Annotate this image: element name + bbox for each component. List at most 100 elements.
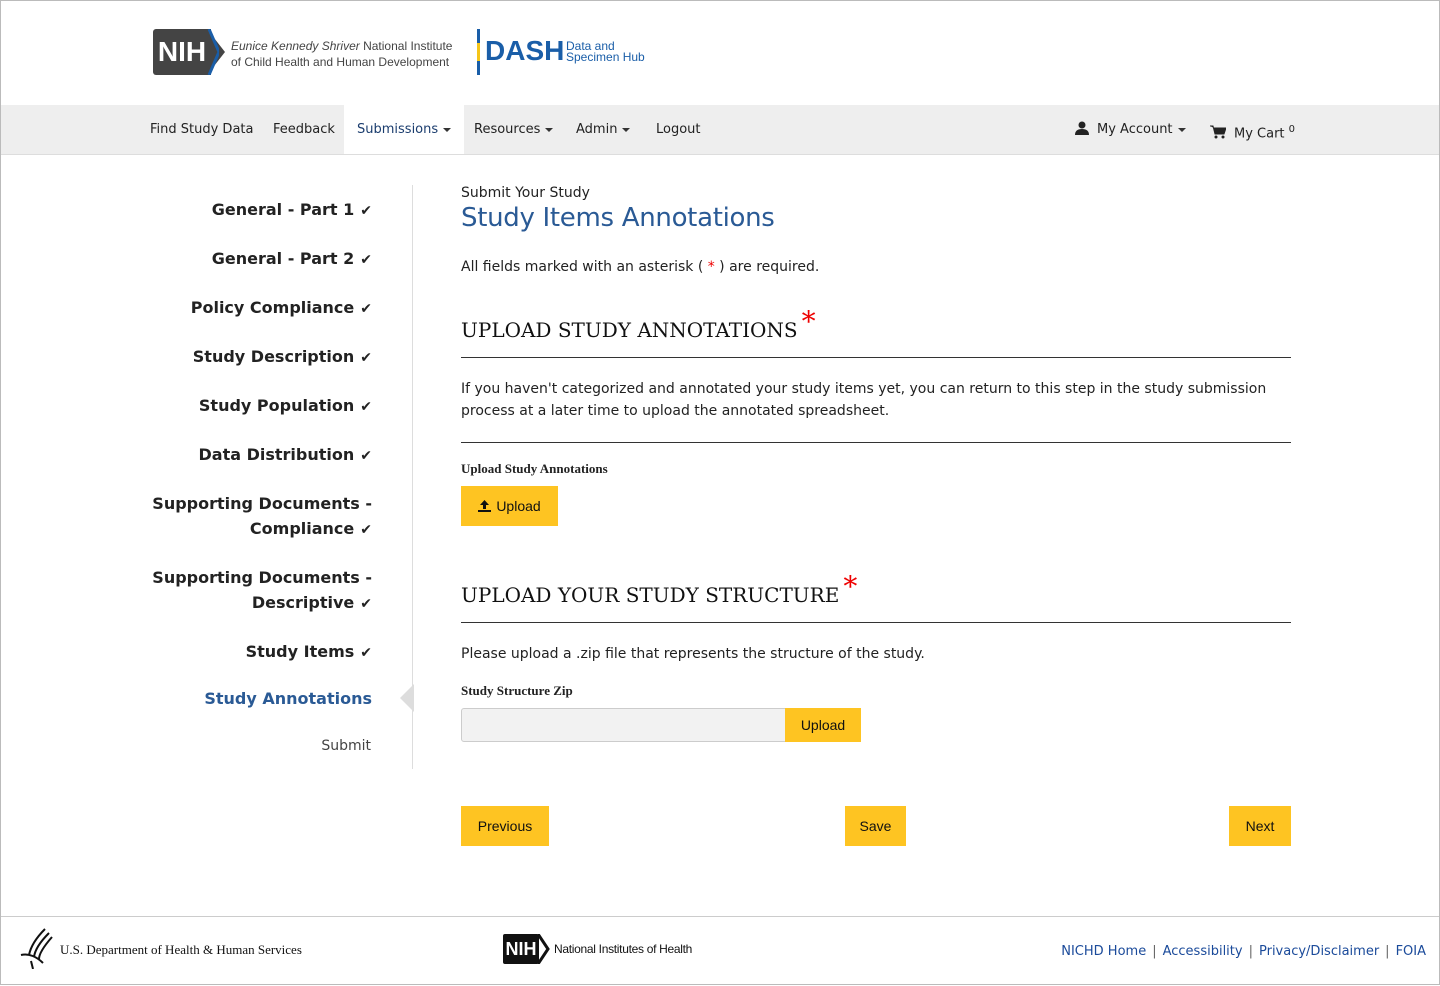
caret-down-icon — [622, 127, 631, 132]
step-submit[interactable]: Submit — [321, 734, 371, 759]
step-label: Descriptive — [251, 593, 355, 612]
check-icon: ✔ — [360, 399, 372, 415]
button-label: Upload — [496, 498, 541, 514]
nav-resources[interactable]: Resources — [474, 105, 554, 154]
dash-subtitle: Data and Specimen Hub — [566, 40, 645, 64]
footer-nih-name: National Institutes of Health — [554, 942, 693, 956]
required-asterisk: * — [843, 570, 858, 603]
hhs-name[interactable]: U.S. Department of Health & Human Servic… — [60, 942, 302, 958]
step-label: Supporting Documents - — [152, 568, 372, 587]
step-label: Data Distribution — [198, 445, 355, 464]
step-supporting-documents-compliance[interactable]: Supporting Documents - Compliance ✔ — [152, 491, 372, 543]
cart-icon — [1210, 125, 1227, 139]
institute-line2: of Child Health and Human Development — [231, 55, 450, 69]
nih-logo[interactable]: NIH — [153, 29, 211, 75]
upload-annotations-label: Upload Study Annotations — [461, 461, 608, 476]
separator: | — [1152, 944, 1157, 959]
site-footer: U.S. Department of Health & Human Servic… — [1, 916, 1439, 986]
user-icon — [1075, 121, 1089, 135]
check-icon: ✔ — [360, 301, 372, 317]
nav-logout[interactable]: Logout — [656, 105, 701, 154]
req-text: ) are required. — [714, 259, 820, 275]
dash-sub2: Specimen Hub — [566, 50, 645, 64]
site-header: NIH Eunice Kennedy Shriver National Inst… — [1, 1, 1440, 105]
req-text: All fields marked with an asterisk ( — [461, 259, 708, 275]
heading-text: UPLOAD YOUR STUDY STRUCTURE — [461, 583, 840, 607]
nih-chevron-icon — [207, 29, 219, 75]
step-label: Study Population — [198, 396, 355, 415]
step-general-part-1[interactable]: General - Part 1 ✔ — [212, 197, 372, 224]
step-policy-compliance[interactable]: Policy Compliance ✔ — [191, 295, 372, 322]
nav-find-study-data[interactable]: Find Study Data — [150, 105, 253, 154]
required-asterisk: * — [801, 305, 816, 338]
nav-my-account[interactable]: My Account — [1075, 105, 1186, 154]
institute-line1: National Institute — [363, 39, 453, 53]
study-structure-zip-input[interactable] — [461, 708, 786, 742]
nav-submissions[interactable]: Submissions — [344, 105, 465, 154]
institute-italic: Eunice Kennedy Shriver — [231, 39, 360, 53]
check-icon: ✔ — [360, 522, 372, 538]
divider — [461, 442, 1291, 443]
footer-links: NICHD Home | Accessibility | Privacy/Disclai… — [1061, 940, 1426, 959]
study-structure-zip-label: Study Structure Zip — [461, 683, 573, 698]
section-heading-annotations: UPLOAD STUDY ANNOTATIONS * — [461, 305, 816, 344]
step-study-description[interactable]: Study Description ✔ — [193, 344, 372, 371]
nav-feedback[interactable]: Feedback — [273, 105, 335, 154]
asterisk: * — [707, 259, 715, 275]
dash-logo-bar — [477, 29, 480, 75]
step-study-population[interactable]: Study Population ✔ — [199, 393, 372, 420]
page-subtitle: Submit Your Study — [461, 185, 590, 201]
main-nav: Find Study Data Feedback Submissions Res… — [1, 105, 1439, 155]
check-icon: ✔ — [360, 203, 372, 219]
step-label: Compliance — [249, 519, 355, 538]
footer-nih-logo[interactable]: NIH — [503, 934, 539, 964]
step-label: Study Description — [192, 347, 355, 366]
step-data-distribution[interactable]: Data Distribution ✔ — [199, 442, 373, 469]
active-step-indicator — [400, 684, 414, 712]
cart-count: 0 — [1288, 124, 1296, 135]
check-icon: ✔ — [360, 645, 372, 661]
step-label: Study Items — [245, 642, 355, 661]
caret-down-icon — [1177, 127, 1186, 132]
previous-button[interactable]: Previous — [461, 806, 549, 846]
nav-admin[interactable]: Admin — [576, 105, 631, 154]
required-note: All fields marked with an asterisk ( * )… — [461, 259, 1291, 275]
main-content: Submit Your Study Study Items Annotation… — [461, 185, 1291, 275]
step-study-annotations[interactable]: Study Annotations — [204, 686, 372, 711]
my-account-label: My Account — [1097, 122, 1173, 137]
nav-resources-label: Resources — [474, 122, 541, 137]
separator: | — [1385, 944, 1390, 959]
heading-text: UPLOAD STUDY ANNOTATIONS — [461, 318, 798, 342]
step-label: General - Part 1 — [211, 200, 355, 219]
hhs-eagle-icon[interactable] — [19, 927, 55, 969]
step-supporting-documents-descriptive[interactable]: Supporting Documents - Descriptive ✔ — [152, 565, 372, 617]
step-general-part-2[interactable]: General - Part 2 ✔ — [212, 246, 372, 273]
step-study-items[interactable]: Study Items ✔ — [246, 639, 372, 666]
my-cart-label: My Cart — [1234, 126, 1285, 142]
footer-link-accessibility[interactable]: Accessibility — [1163, 944, 1243, 959]
step-sidebar: General - Part 1 ✔ General - Part 2 ✔ Poli… — [1, 185, 413, 769]
separator: | — [1248, 944, 1253, 959]
upload-annotations-button[interactable]: Upload — [461, 486, 558, 526]
divider — [461, 357, 1291, 358]
check-icon: ✔ — [360, 596, 372, 612]
step-label: Policy Compliance — [190, 298, 355, 317]
institute-name: Eunice Kennedy Shriver National Institut… — [231, 38, 452, 70]
save-button[interactable]: Save — [845, 806, 906, 846]
footer-link-nichd-home[interactable]: NICHD Home — [1061, 944, 1146, 959]
check-icon: ✔ — [360, 448, 372, 464]
page-title: Study Items Annotations — [461, 203, 775, 233]
check-icon: ✔ — [360, 252, 372, 268]
step-label: Supporting Documents - — [152, 494, 372, 513]
footer-nih-chevron-icon — [538, 934, 550, 964]
nav-my-cart[interactable]: My Cart 0 — [1210, 105, 1295, 154]
upload-structure-button[interactable]: Upload — [785, 708, 861, 742]
footer-link-foia[interactable]: FOIA — [1396, 944, 1426, 959]
next-button[interactable]: Next — [1229, 806, 1291, 846]
structure-help-text: Please upload a .zip file that represent… — [461, 646, 925, 662]
check-icon: ✔ — [360, 350, 372, 366]
footer-link-privacy[interactable]: Privacy/Disclaimer — [1259, 944, 1379, 959]
nav-admin-label: Admin — [576, 122, 618, 137]
step-label: General - Part 2 — [211, 249, 355, 268]
dash-logo[interactable]: DASH — [485, 35, 564, 67]
